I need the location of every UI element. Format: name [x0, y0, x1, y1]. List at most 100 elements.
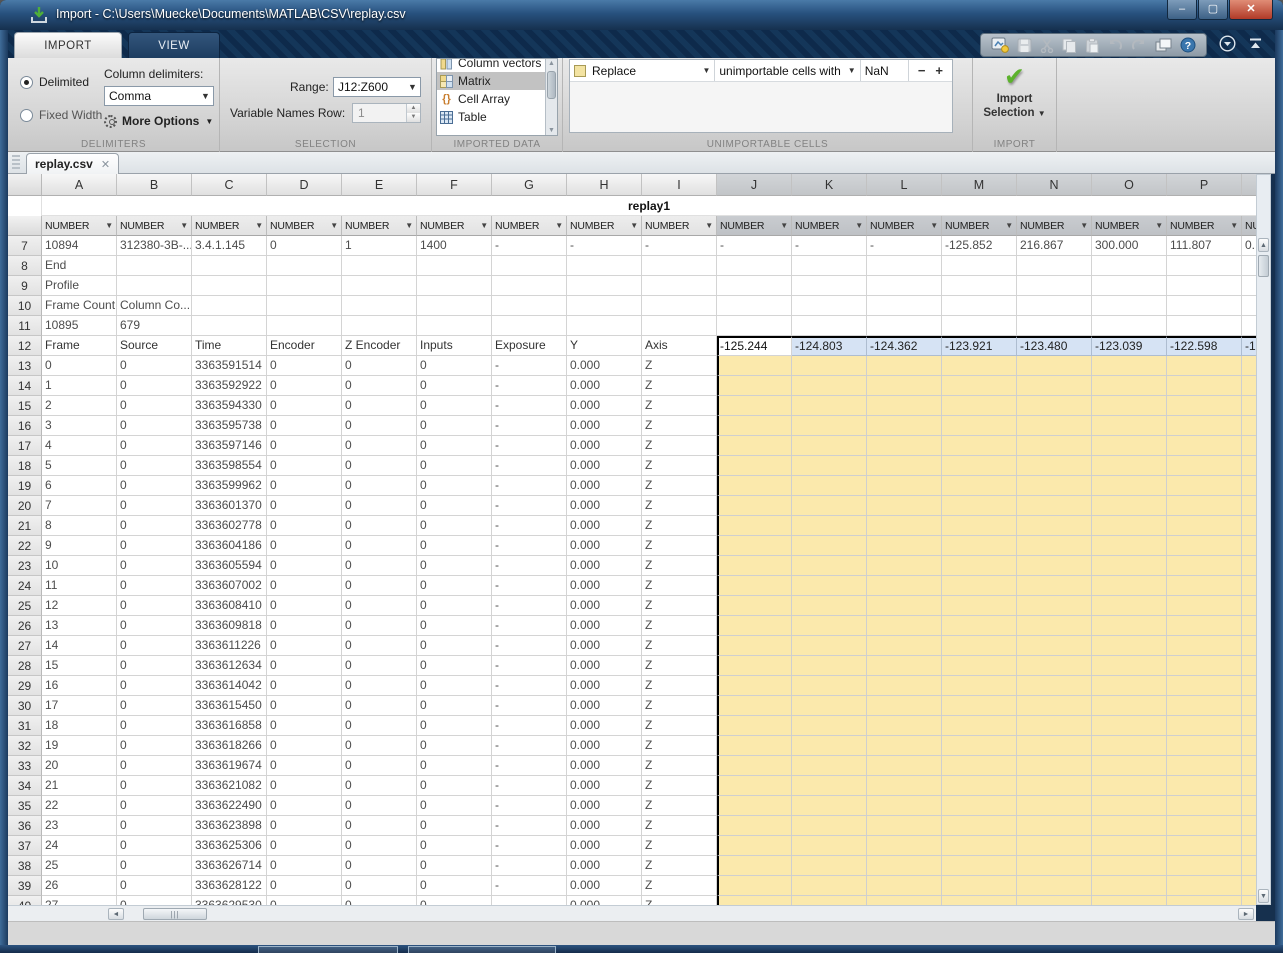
cell[interactable]: 0 [417, 556, 492, 576]
chevron-down-icon[interactable]: ▼ [555, 221, 566, 230]
cell[interactable] [1167, 256, 1242, 276]
chevron-down-icon[interactable]: ▼ [405, 82, 420, 92]
cell[interactable] [867, 416, 942, 436]
cell[interactable] [942, 796, 1017, 816]
cell[interactable]: 0 [417, 516, 492, 536]
cell[interactable] [942, 596, 1017, 616]
cell[interactable] [1092, 276, 1167, 296]
horizontal-scrollbar-thumb[interactable]: ||| [143, 908, 207, 920]
cell[interactable]: 0 [117, 636, 192, 656]
column-header-C[interactable]: C [192, 174, 267, 196]
cell[interactable]: 6 [42, 476, 117, 496]
column-type-select[interactable]: NUMBER▼ [942, 216, 1017, 236]
cell[interactable] [867, 656, 942, 676]
chevron-down-icon[interactable]: ▼ [1080, 221, 1091, 230]
cell[interactable]: 0.000 [567, 756, 642, 776]
cell[interactable]: - [492, 616, 567, 636]
row-header-35[interactable]: 35 [8, 796, 42, 816]
column-type-select[interactable]: NUMBER▼ [267, 216, 342, 236]
cell[interactable]: 0.000 [567, 796, 642, 816]
cell[interactable]: 3363604186 [192, 536, 267, 556]
cell[interactable] [1092, 536, 1167, 556]
cell[interactable]: 679 [117, 316, 192, 336]
cell[interactable] [867, 576, 942, 596]
spin-down-icon[interactable]: ▼ [407, 113, 420, 122]
cell[interactable] [792, 476, 867, 496]
cell[interactable] [1017, 276, 1092, 296]
cell[interactable]: 3.4.1.145 [192, 236, 267, 256]
cell[interactable] [1092, 316, 1167, 336]
cell[interactable]: 0 [267, 576, 342, 596]
redo-icon[interactable] [1131, 38, 1147, 52]
cell[interactable]: - [492, 556, 567, 576]
cell[interactable] [1092, 776, 1167, 796]
cell[interactable] [717, 596, 792, 616]
cell[interactable]: Z [642, 476, 717, 496]
cell[interactable] [1017, 456, 1092, 476]
cell[interactable]: 3363597146 [192, 436, 267, 456]
cell[interactable] [1242, 516, 1256, 536]
cell[interactable]: - [492, 676, 567, 696]
cell[interactable] [1242, 296, 1256, 316]
cell[interactable]: 0.000 [567, 516, 642, 536]
cell[interactable]: 0.000 [567, 596, 642, 616]
cell[interactable]: 0.000 [567, 696, 642, 716]
cell[interactable]: 0 [417, 816, 492, 836]
cell[interactable]: 0 [417, 856, 492, 876]
cell[interactable]: 0 [267, 736, 342, 756]
cell[interactable] [942, 416, 1017, 436]
cell[interactable]: 26 [42, 876, 117, 896]
cell[interactable]: -124.362 [867, 336, 942, 356]
cell[interactable]: 0 [417, 656, 492, 676]
cell[interactable] [1092, 656, 1167, 676]
cell[interactable]: 0 [417, 536, 492, 556]
cell[interactable] [717, 796, 792, 816]
cell[interactable] [942, 536, 1017, 556]
cell[interactable]: 0.000 [567, 896, 642, 905]
cell[interactable]: 0 [342, 816, 417, 836]
cell[interactable]: Z [642, 676, 717, 696]
cell[interactable] [492, 296, 567, 316]
cell[interactable]: 0 [267, 376, 342, 396]
cell[interactable]: 3363605594 [192, 556, 267, 576]
cell[interactable] [1242, 656, 1256, 676]
cell[interactable]: 0 [342, 496, 417, 516]
list-scrollbar[interactable] [545, 59, 557, 135]
cell[interactable]: 0 [342, 416, 417, 436]
paste-icon[interactable] [1085, 38, 1099, 53]
cell[interactable]: 0 [342, 456, 417, 476]
row-header-31[interactable]: 31 [8, 716, 42, 736]
cell[interactable] [1092, 836, 1167, 856]
cell[interactable] [342, 296, 417, 316]
delimiter-select[interactable]: Comma ▼ [104, 86, 214, 106]
cell[interactable] [1017, 436, 1092, 456]
cell[interactable] [867, 296, 942, 316]
cell[interactable]: 3363629530 [192, 896, 267, 905]
cell[interactable] [717, 836, 792, 856]
cell[interactable] [1167, 416, 1242, 436]
rule-target-select[interactable]: unimportable cells with ▼ [715, 60, 860, 81]
column-type-select[interactable]: NUMBER▼ [117, 216, 192, 236]
cell[interactable] [1017, 356, 1092, 376]
cell[interactable]: 0 [342, 436, 417, 456]
cell[interactable]: 4 [42, 436, 117, 456]
cell[interactable]: 3363622490 [192, 796, 267, 816]
ribbon-menu-icon[interactable] [1219, 35, 1236, 52]
chevron-down-icon[interactable]: ▼ [1230, 221, 1241, 230]
cell[interactable]: 0.000 [567, 636, 642, 656]
cell[interactable]: 0 [117, 876, 192, 896]
cell[interactable]: -123.039 [1092, 336, 1167, 356]
cell[interactable] [717, 276, 792, 296]
cell[interactable] [867, 316, 942, 336]
row-header-32[interactable]: 32 [8, 736, 42, 756]
cell[interactable]: Z [642, 516, 717, 536]
cell[interactable]: 0.000 [567, 536, 642, 556]
cell[interactable] [1167, 276, 1242, 296]
cell[interactable]: 3363599962 [192, 476, 267, 496]
cell[interactable]: 0 [267, 536, 342, 556]
cell[interactable]: 0 [267, 756, 342, 776]
cell[interactable] [942, 476, 1017, 496]
column-header-O[interactable]: O [1092, 174, 1167, 196]
cell[interactable]: 0 [342, 876, 417, 896]
cell[interactable]: 0 [117, 436, 192, 456]
